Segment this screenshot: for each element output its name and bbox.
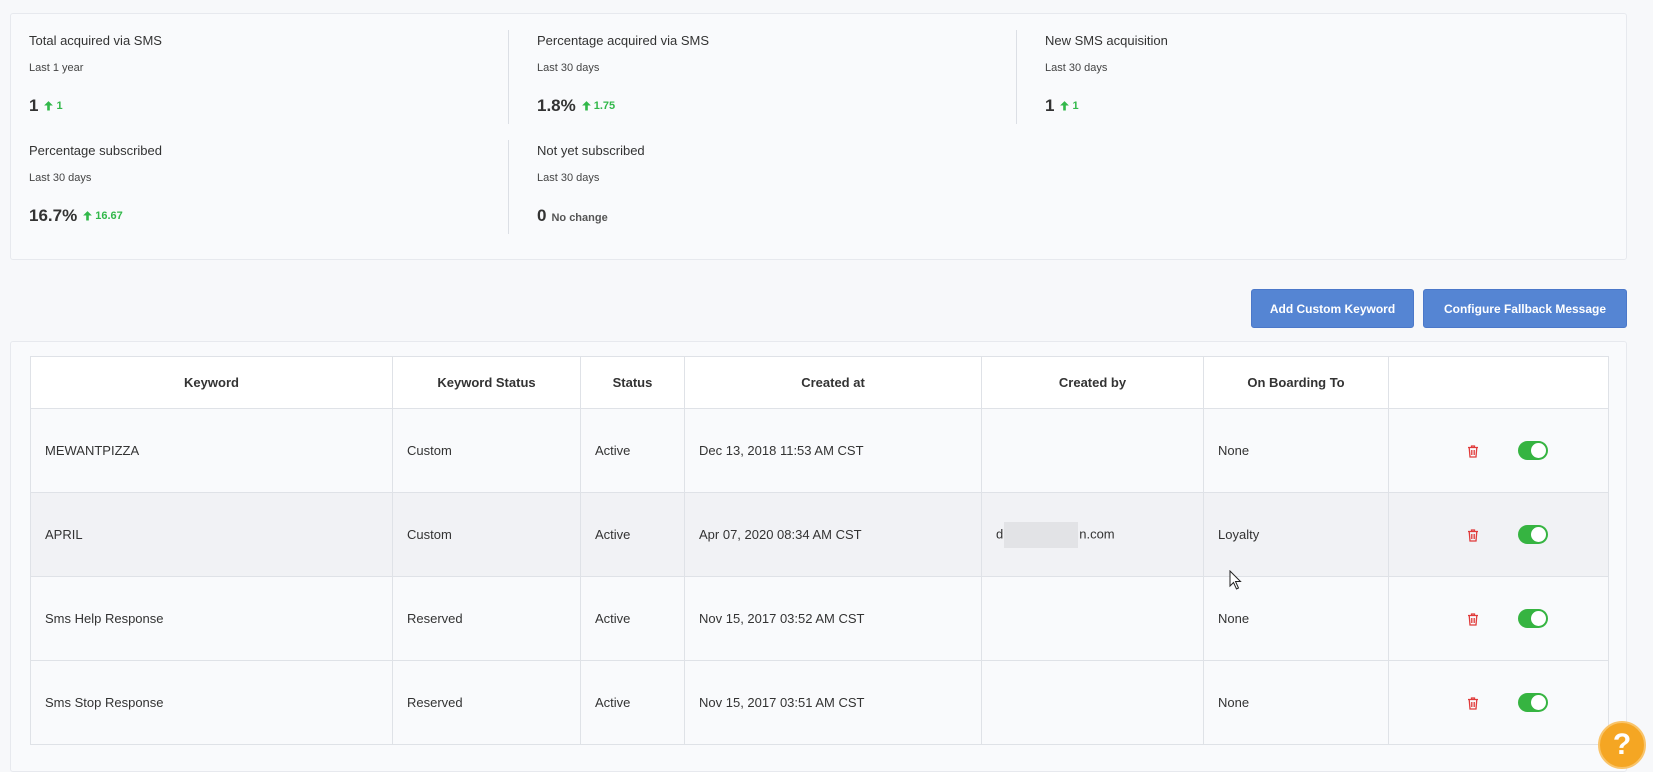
keyword-status-cell: Reserved [392, 576, 581, 661]
stats-card: Total acquired via SMS Last 1 year 1 1 P… [10, 13, 1627, 260]
column-header-created-at[interactable]: Created at [684, 356, 982, 409]
onboarding-cell: None [1203, 660, 1389, 745]
created-by-cell [981, 408, 1204, 493]
created-at-cell: Nov 15, 2017 03:51 AM CST [684, 660, 982, 745]
stat-percentage-subscribed: Percentage subscribed Last 30 days 16.7%… [29, 124, 529, 225]
actions-cell [1388, 492, 1609, 577]
table-row: APRIL Custom Active Apr 07, 2020 08:34 A… [30, 492, 1609, 577]
created-at-cell: Nov 15, 2017 03:52 AM CST [684, 576, 982, 661]
arrow-up-icon [83, 211, 93, 221]
keyword-link[interactable]: MEWANTPIZZA [30, 408, 393, 493]
column-header-keyword[interactable]: Keyword [30, 356, 393, 409]
column-header-status[interactable]: Status [580, 356, 685, 409]
stat-title: Percentage acquired via SMS [537, 33, 709, 48]
column-header-keyword-status[interactable]: Keyword Status [392, 356, 581, 409]
arrow-up-icon [581, 101, 591, 111]
keywords-card: Keyword Keyword Status Status Created at… [10, 341, 1627, 772]
created-by-cell [981, 576, 1204, 661]
keyword-status-cell: Custom [392, 492, 581, 577]
arrow-up-icon [1060, 101, 1070, 111]
stat-title: New SMS acquisition [1045, 33, 1168, 48]
table-row: Sms Stop Response Reserved Active Nov 15… [30, 660, 1609, 745]
stat-total-acquired: Total acquired via SMS Last 1 year 1 1 [29, 14, 529, 115]
stat-title: Percentage subscribed [29, 143, 162, 158]
stat-period: Last 1 year [29, 62, 84, 74]
stat-value: 1 [1045, 96, 1055, 115]
keywords-table: Keyword Keyword Status Status Created at… [30, 356, 1609, 745]
redacted-block [1004, 521, 1079, 548]
stat-value: 16.7% [29, 206, 78, 225]
keyword-link[interactable]: Sms Stop Response [30, 660, 393, 745]
onboarding-cell: Loyalty [1203, 492, 1389, 577]
trash-icon[interactable] [1467, 613, 1479, 626]
stat-new-acquisition: New SMS acquisition Last 30 days 1 1 [1016, 14, 1545, 124]
stat-value: 1 [29, 96, 39, 115]
stat-delta-value: 1.75 [593, 99, 616, 112]
stat-title: Not yet subscribed [537, 143, 645, 158]
status-cell: Active [580, 576, 685, 661]
stat-period: Last 30 days [1045, 62, 1108, 74]
onboarding-cell: None [1203, 408, 1389, 493]
keyword-status-cell: Custom [392, 408, 581, 493]
trash-icon[interactable] [1467, 445, 1479, 458]
created-at-cell: Dec 13, 2018 11:53 AM CST [684, 408, 982, 493]
created-by-prefix: d [996, 525, 1004, 541]
stat-delta: 1.75 [581, 100, 615, 112]
created-by-cell [981, 660, 1204, 745]
arrow-up-icon [44, 101, 54, 111]
status-cell: Active [580, 660, 685, 745]
stat-value: 1.8% [537, 96, 576, 115]
stat-delta: 16.67 [82, 210, 123, 222]
actions-cell [1388, 660, 1609, 745]
table-row: MEWANTPIZZA Custom Active Dec 13, 2018 1… [30, 408, 1609, 493]
table-row: Sms Help Response Reserved Active Nov 15… [30, 576, 1609, 661]
trash-icon[interactable] [1467, 697, 1479, 710]
keyword-enabled-toggle[interactable] [1518, 693, 1548, 712]
actions-cell [1388, 576, 1609, 661]
keyword-enabled-toggle[interactable] [1518, 525, 1548, 544]
status-cell: Active [580, 492, 685, 577]
stat-not-yet-subscribed: Not yet subscribed Last 30 days 0 No cha… [508, 124, 1037, 234]
table-header-row: Keyword Keyword Status Status Created at… [30, 356, 1609, 409]
created-by-suffix: n.com [1079, 525, 1115, 541]
stat-percentage-acquired: Percentage acquired via SMS Last 30 days… [508, 14, 1037, 124]
help-button[interactable]: ? [1598, 721, 1646, 769]
trash-icon[interactable] [1467, 529, 1479, 542]
keyword-link[interactable]: Sms Help Response [30, 576, 393, 661]
stat-period: Last 30 days [537, 62, 600, 74]
add-custom-keyword-button[interactable]: Add Custom Keyword [1251, 289, 1414, 328]
actions-cell [1388, 408, 1609, 493]
column-header-onboarding[interactable]: On Boarding To [1203, 356, 1389, 409]
created-by-cell: d n.com [981, 492, 1204, 577]
status-cell: Active [580, 408, 685, 493]
keyword-enabled-toggle[interactable] [1518, 441, 1548, 460]
keyword-link[interactable]: APRIL [30, 492, 393, 577]
column-header-actions [1388, 356, 1609, 409]
column-header-created-by[interactable]: Created by [981, 356, 1204, 409]
keyword-status-cell: Reserved [392, 660, 581, 745]
stat-title: Total acquired via SMS [29, 33, 162, 48]
stat-period: Last 30 days [537, 172, 600, 184]
cursor-icon [1229, 570, 1242, 590]
stat-delta: No change [551, 212, 608, 224]
stat-delta: 1 [1059, 99, 1079, 112]
stat-delta-value: 16.67 [95, 209, 123, 222]
keyword-enabled-toggle[interactable] [1518, 609, 1548, 628]
configure-fallback-message-button[interactable]: Configure Fallback Message [1423, 289, 1627, 328]
stat-delta-value: 1 [56, 99, 63, 112]
stat-period: Last 30 days [29, 172, 92, 184]
stat-delta: 1 [43, 99, 63, 112]
stat-delta-value: 1 [1072, 99, 1079, 112]
created-at-cell: Apr 07, 2020 08:34 AM CST [684, 492, 982, 577]
help-icon: ? [1612, 728, 1632, 761]
stat-value: 0 [537, 206, 547, 225]
